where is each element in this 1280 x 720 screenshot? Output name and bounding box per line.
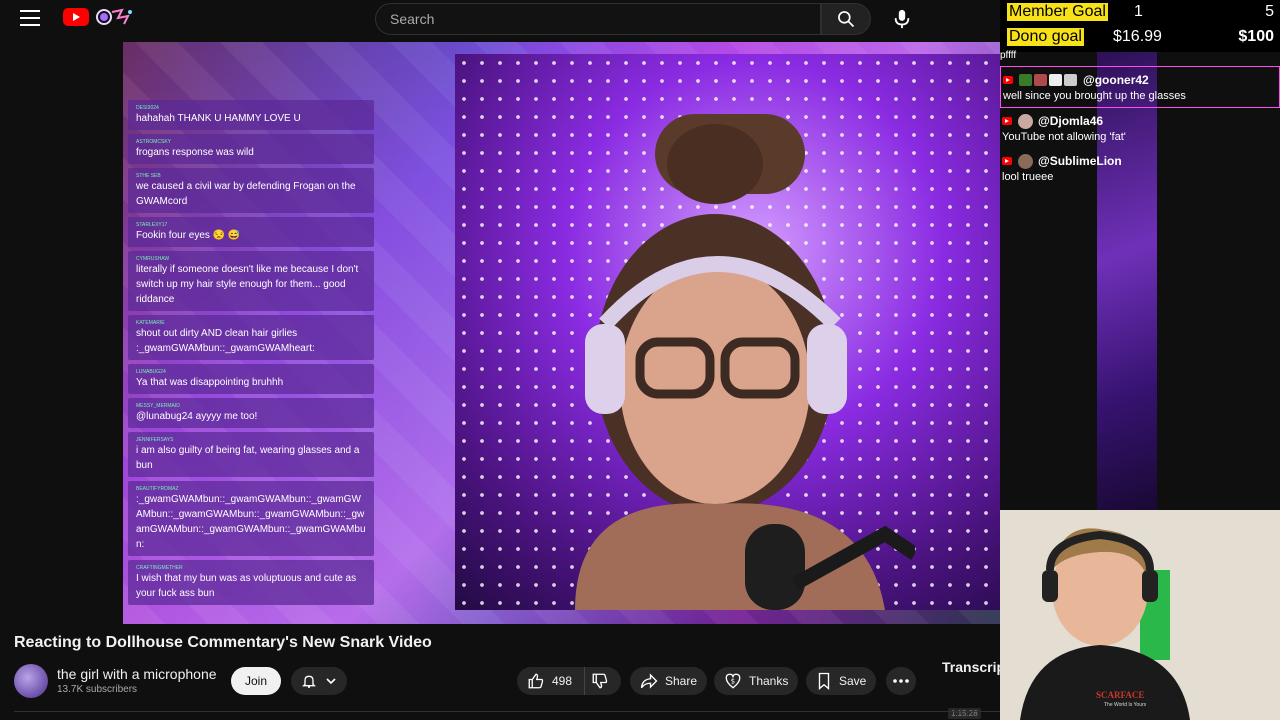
transcript-heading[interactable]: Transcript	[942, 659, 1000, 675]
divider	[14, 711, 1000, 712]
search-input[interactable]	[390, 11, 820, 27]
chat-text: @lunabug24 ayyyy me too!	[136, 411, 258, 422]
chat-message: JENNIFERSAYS i am also guilty of being fa…	[128, 432, 374, 477]
save-label: Save	[839, 674, 867, 688]
chat-text: Ya that was disappointing bruhhh	[136, 377, 284, 388]
chat-partial-text: pffff	[1000, 50, 1017, 61]
chat-text: literally if someone doesn't like me bec…	[136, 264, 359, 305]
stream-camera-feed	[455, 54, 1000, 610]
like-dislike-group: 498	[517, 667, 621, 695]
youtube-badge-icon	[1002, 117, 1012, 125]
member-goal-target: 5	[1265, 3, 1274, 20]
voice-search-button[interactable]	[884, 2, 920, 36]
bell-icon	[302, 675, 316, 689]
dono-goal-row: Dono goal $16.99 $100	[1000, 28, 1280, 53]
thumbs-down-icon	[592, 673, 607, 689]
chat-text: I wish that my bun was as voluptuous and…	[136, 573, 357, 599]
chat-text: i am also guilty of being fat, wearing g…	[136, 445, 360, 471]
save-button[interactable]: Save	[806, 667, 877, 695]
channel-avatar[interactable]	[14, 664, 48, 698]
stream-chat-username: @SublimeLion	[1038, 154, 1122, 168]
chat-message: DESI3024 hahahah THANK U HAMMY LOVE U	[128, 100, 374, 130]
doodle-logo-icon[interactable]	[92, 6, 136, 28]
search-icon	[838, 11, 855, 28]
dono-goal-label: Dono goal	[1007, 28, 1084, 46]
chat-text: :_gwamGWAMbun::_gwamGWAMbun::_gwamGWAMbu…	[136, 494, 366, 550]
chat-message: CYMRUSHAW literally if someone doesn't li…	[128, 251, 374, 311]
stream-chat-username: @Djomla46	[1038, 114, 1104, 128]
member-goal-label: Member Goal	[1007, 3, 1108, 21]
chat-message: KATEMARIE shout out dirty AND clean hair …	[128, 315, 374, 360]
stream-goals-panel: Member Goal 1 5 Dono goal $16.99 $100	[1000, 0, 1280, 52]
onscreen-chat-overlay: DESI3024 hahahah THANK U HAMMY LOVE U AST…	[128, 100, 374, 615]
chat-text: shout out dirty AND clean hair girlies :…	[136, 328, 315, 354]
chat-text: Fookin four eyes 😒 😅	[136, 230, 241, 241]
svg-text:$: $	[731, 677, 735, 685]
youtube-logo-icon[interactable]	[63, 8, 89, 26]
member-goal-row: Member Goal 1 5	[1000, 3, 1280, 28]
top-bar	[0, 0, 1000, 38]
bookmark-icon	[818, 672, 830, 690]
search-box[interactable]	[375, 3, 821, 35]
share-icon	[640, 673, 658, 689]
chat-message: STHE SEB we caused a civil war by defendi…	[128, 168, 374, 213]
share-button[interactable]: Share	[630, 667, 708, 695]
stream-chat-message: @gooner42 well since you brought up the …	[1000, 66, 1280, 108]
shirt-print-subtext: The World Is Yours	[1104, 702, 1147, 708]
more-actions-button[interactable]	[886, 667, 916, 695]
like-count: 498	[552, 674, 573, 688]
video-title: Reacting to Dollhouse Commentary's New S…	[14, 634, 432, 651]
stream-chat-message: @SublimeLion lool trueee	[1000, 148, 1280, 188]
thanks-button[interactable]: $ Thanks	[714, 667, 799, 695]
transcript-timestamp[interactable]: 1:15:28	[948, 708, 981, 719]
chat-message: ASTROMCSKY frogans response was wild	[128, 134, 374, 164]
microphone-icon	[894, 9, 910, 29]
video-player[interactable]: DESI3024 hahahah THANK U HAMMY LOVE U AST…	[123, 42, 1000, 624]
thanks-label: Thanks	[749, 674, 789, 688]
stream-chat-text: lool trueee	[1002, 171, 1054, 183]
search-button[interactable]	[821, 3, 871, 35]
chat-message: LUNABUG24 Ya that was disappointing bruhh…	[128, 364, 374, 394]
dono-goal-target: $100	[1238, 28, 1274, 45]
chat-text: we caused a civil war by defending Froga…	[136, 181, 356, 207]
stream-chat-text: well since you brought up the glasses	[1003, 90, 1186, 102]
menu-icon[interactable]	[20, 10, 40, 26]
user-avatar-icon	[1018, 113, 1033, 129]
stream-chat-text: YouTube not allowing 'fat'	[1002, 131, 1126, 143]
user-avatar-icon	[1018, 153, 1033, 169]
facecam-feed: SCARFACE The World Is Yours	[1000, 510, 1280, 720]
thumbs-up-icon	[528, 673, 544, 689]
member-goal-current: 1	[1134, 3, 1143, 20]
like-button[interactable]: 498	[517, 667, 585, 695]
chat-message: BEAUTIFYROMAZ:_gwamGWAMbun::_gwamGWAMbun…	[128, 481, 374, 556]
stream-chat-overlay: @gooner42 well since you brought up the …	[1000, 66, 1280, 188]
chat-message: STARLEXY17 Fookin four eyes 😒 😅	[128, 217, 374, 247]
youtube-watch-page: DESI3024hahahah THANK U HAMMY LOVE U AST…	[0, 0, 1280, 720]
subscriber-count: 13.7K subscribers	[57, 684, 138, 695]
reactor-image	[1000, 510, 1280, 720]
chat-text: frogans response was wild	[136, 147, 254, 158]
streamer-image	[575, 114, 915, 610]
chat-message: MESSY_MERMAID @lunabug24 ayyyy me too!	[128, 398, 374, 428]
shirt-print-text: SCARFACE	[1096, 690, 1145, 700]
join-button[interactable]: Join	[231, 667, 281, 695]
stream-chat-username: @gooner42	[1083, 73, 1149, 87]
chat-message: CRAFTINGMETHER I wish that my bun was as …	[128, 560, 374, 605]
channel-name[interactable]: the girl with a microphone	[57, 666, 217, 682]
chat-text: hahahah THANK U HAMMY LOVE U	[136, 113, 301, 124]
notification-button[interactable]	[291, 667, 347, 695]
youtube-badge-icon	[1002, 157, 1012, 165]
stream-chat-message: @Djomla46 YouTube not allowing 'fat'	[1000, 108, 1280, 148]
more-horizontal-icon	[893, 679, 909, 683]
dislike-button[interactable]	[585, 667, 621, 695]
user-badges-icon	[1019, 74, 1079, 86]
youtube-badge-icon	[1003, 76, 1013, 84]
dono-goal-current: $16.99	[1113, 28, 1162, 45]
share-label: Share	[665, 674, 698, 688]
chevron-down-icon	[326, 678, 336, 685]
thanks-heart-dollar-icon: $	[725, 673, 741, 689]
